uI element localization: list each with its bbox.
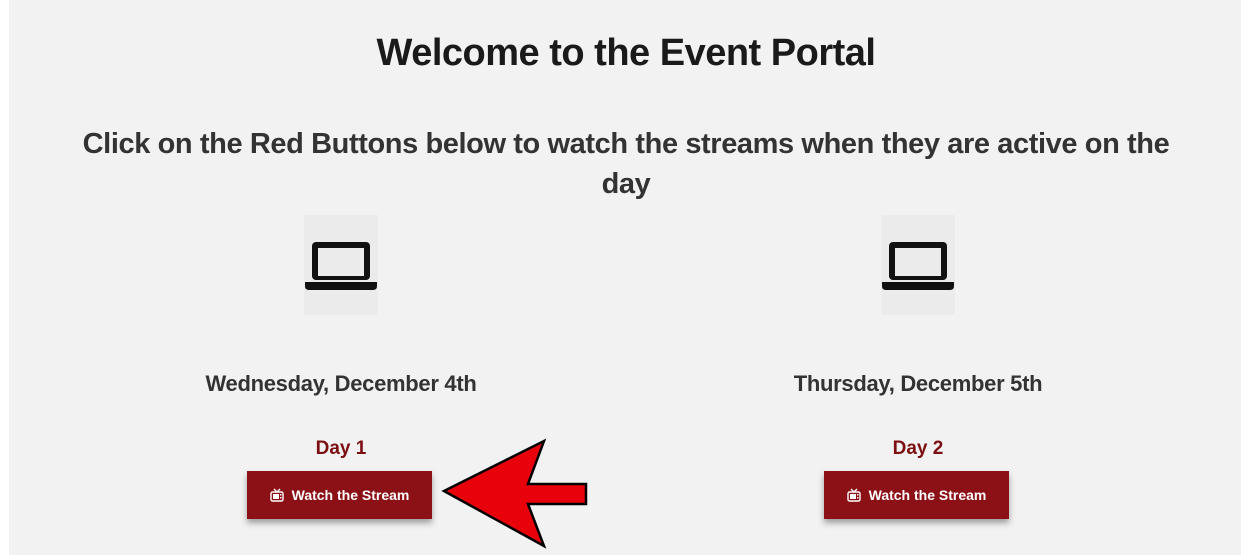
watch-stream-label: Watch the Stream	[291, 487, 410, 503]
red-arrow-icon	[441, 438, 588, 549]
day-2-label: Day 2	[892, 438, 944, 459]
page-title: Welcome to the Event Portal	[376, 32, 876, 74]
watch-stream-label: Watch the Stream	[868, 487, 987, 503]
day-1-watch-stream-button[interactable]: Watch the Stream	[247, 471, 432, 519]
tv-icon	[269, 488, 284, 502]
laptop-icon	[881, 215, 955, 315]
day-1-date: Wednesday, December 4th	[205, 371, 477, 396]
day-2-date: Thursday, December 5th	[793, 371, 1043, 396]
page-subtitle: Click on the Red Buttons below to watch …	[82, 128, 1170, 200]
portal-panel	[9, 0, 1241, 555]
tv-icon	[846, 488, 861, 502]
day-2-watch-stream-button[interactable]: Watch the Stream	[824, 471, 1009, 519]
laptop-icon	[304, 215, 378, 315]
